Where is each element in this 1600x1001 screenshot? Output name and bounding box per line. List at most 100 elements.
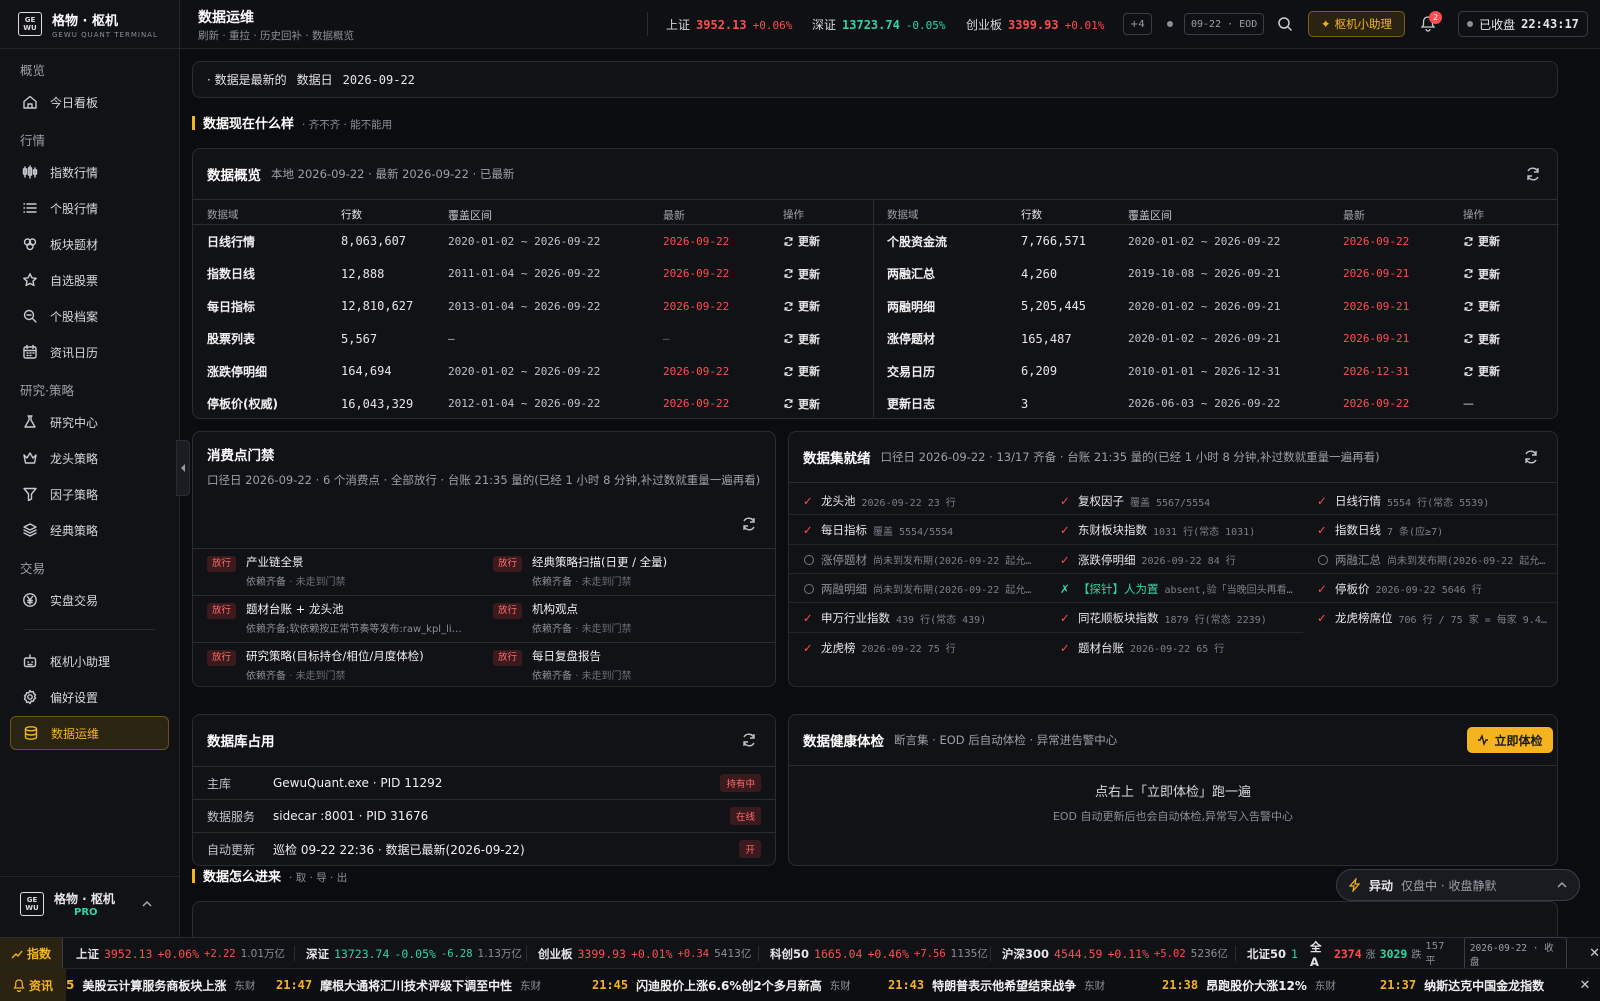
gate-name: 经典策略扫描(日更 / 全量) bbox=[532, 555, 668, 569]
dataset-item[interactable]: ✓ 龙虎榜 2026-09-22 75 行 bbox=[803, 635, 1053, 661]
gate-item[interactable]: 放行 题材台账 + 龙头池 依赖齐备;软依赖按正常节奏等发布:raw_kpl_l… bbox=[207, 601, 477, 635]
assistant-button[interactable]: ✦ 枢机小助理 bbox=[1308, 11, 1405, 37]
dataset-item[interactable]: ✓ 停板价 2026-09-22 5646 行 bbox=[1317, 576, 1557, 602]
close-icon[interactable]: ✕ bbox=[1589, 946, 1600, 961]
update-button[interactable]: 更新 bbox=[1463, 266, 1543, 282]
gate-item[interactable]: 放行 产业链全景 依赖齐备 · 未走到门禁 bbox=[207, 554, 477, 588]
dataset-item[interactable]: ✓ 复权因子 覆盖 5567/5554 bbox=[1060, 488, 1310, 514]
sidebar-item[interactable]: 龙头策略 bbox=[10, 441, 169, 475]
ticker-label[interactable]: 指数 bbox=[0, 938, 63, 969]
dataset-item[interactable]: ✓ 龙虎榜席位 706 行 / 75 家 = 每家 9.4… bbox=[1317, 605, 1557, 631]
news-item[interactable]: 21:43 特朗普表示他希望结束战争 东财 bbox=[888, 969, 1105, 1001]
sidebar-collapse-handle[interactable] bbox=[176, 440, 190, 496]
table-row: 涨跌停明细 164,694 2020-01-02 ~ 2026-09-22 20… bbox=[193, 355, 873, 388]
refresh-icon bbox=[784, 301, 793, 311]
refresh-icon[interactable] bbox=[741, 516, 757, 532]
more-indices-button[interactable]: +4 bbox=[1123, 13, 1152, 35]
update-button[interactable]: 更新 bbox=[783, 233, 863, 249]
run-health-check-label: 立即体检 bbox=[1494, 733, 1543, 748]
topbar-index-sh[interactable]: 上证 3952.13 +0.06% bbox=[666, 16, 792, 33]
card-subtitle: 口径日 2026-09-22 · 13/17 齐备 · 台账 21:35 量的(… bbox=[880, 450, 1380, 464]
check-icon: ✓ bbox=[1317, 611, 1327, 626]
dataset-name: 日线行情 bbox=[1335, 494, 1381, 508]
data-date-chip[interactable]: 09-22 · EOD bbox=[1184, 13, 1265, 35]
anomaly-toggle[interactable]: 异动 仅盘中 · 收盘静默 bbox=[1336, 869, 1580, 901]
topbar-index-sz[interactable]: 深证 13723.74 -0.05% bbox=[812, 16, 946, 33]
topbar-index-cyb[interactable]: 创业板 3399.93 +0.01% bbox=[966, 16, 1104, 33]
sidebar-item[interactable]: 指数行情 bbox=[10, 155, 169, 189]
sidebar-item[interactable]: 枢机小助理 bbox=[10, 644, 169, 678]
refresh-icon[interactable] bbox=[1523, 449, 1539, 465]
gate-item[interactable]: 放行 每日复盘报告 依赖齐备 · 未走到门禁 bbox=[493, 648, 763, 682]
sidebar-item[interactable]: 今日看板 bbox=[10, 85, 169, 119]
ticker-item[interactable]: 上证 3952.13 +0.06% +2.22 1.01万亿 bbox=[76, 938, 285, 969]
ticker-item[interactable]: 深证 13723.74 -0.05% -6.28 1.13万亿 bbox=[306, 938, 522, 969]
ticker-item[interactable]: 沪深300 4544.59 +0.11% +5.02 5236亿 bbox=[1002, 938, 1228, 969]
dataset-item[interactable]: ✓ 同花顺板块指数 1879 行(常态 2239) bbox=[1060, 605, 1310, 631]
dataset-item[interactable]: ✓ 题材台账 2026-09-22 65 行 bbox=[1060, 635, 1310, 661]
dataset-item[interactable]: ✓ 龙头池 2026-09-22 23 行 bbox=[803, 488, 1053, 514]
run-health-check-button[interactable]: 立即体检 bbox=[1467, 727, 1553, 753]
refresh-icon[interactable] bbox=[741, 732, 757, 748]
gate-item[interactable]: 放行 经典策略扫描(日更 / 全量) 依赖齐备 · 未走到门禁 bbox=[493, 554, 763, 588]
sidebar-item[interactable]: 研究中心 bbox=[10, 405, 169, 439]
sidebar-item[interactable]: 数据运维 bbox=[10, 716, 169, 750]
dataset-item[interactable]: ✓ 涨跌停明细 2026-09-22 84 行 bbox=[1060, 547, 1310, 573]
dataset-name: 复权因子 bbox=[1078, 494, 1124, 508]
sidebar-footer[interactable]: GE WU 格物 · 枢机 PRO bbox=[0, 876, 180, 930]
dataset-item[interactable]: ✗ 【探针】人为置 absent,验「当晚回头再看… bbox=[1060, 576, 1310, 602]
dataset-item[interactable]: 两融明细 尚未到发布期(2026-09-22 起允… bbox=[803, 576, 1053, 602]
gate-item[interactable]: 放行 研究策略(目标持仓/相位/月度体检) 依赖齐备 · 未走到门禁 bbox=[207, 648, 477, 682]
gate-name: 机构观点 bbox=[532, 602, 579, 616]
news-item[interactable]: 21:38 昂跑股价大涨12% 东财 bbox=[1162, 969, 1336, 1001]
update-button[interactable]: 更新 bbox=[783, 396, 863, 412]
dataset-item[interactable]: ✓ 申万行业指数 439 行(常态 439) bbox=[803, 605, 1053, 631]
ticker-item[interactable]: 创业板 3399.93 +0.01% +0.34 5413亿 bbox=[538, 938, 751, 969]
sidebar-item[interactable]: 自选股票 bbox=[10, 263, 169, 297]
update-button[interactable]: 更新 bbox=[783, 363, 863, 379]
dataset-item[interactable]: 涨停题材 尚未到发布期(2026-09-22 起允… bbox=[803, 547, 1053, 573]
close-icon[interactable]: ✕ bbox=[1570, 969, 1600, 1001]
update-button[interactable]: 更新 bbox=[1463, 298, 1543, 314]
data-health-card: 数据健康体检 断言集 · EOD 后自动体检 · 异常进告警中心 立即体检 点右… bbox=[788, 714, 1558, 866]
dataset-item[interactable]: ✓ 东财板块指数 1031 行(常态 1031) bbox=[1060, 517, 1310, 543]
sidebar-item[interactable]: 实盘交易 bbox=[10, 583, 169, 617]
dataset-item[interactable]: ✓ 日线行情 5554 行(常态 5539) bbox=[1317, 488, 1557, 514]
ingest-card bbox=[192, 901, 1558, 937]
sidebar-item[interactable]: 板块题材 bbox=[10, 227, 169, 261]
sidebar-item[interactable]: 个股档案 bbox=[10, 299, 169, 333]
update-button[interactable]: 更新 bbox=[783, 298, 863, 314]
status-badge[interactable]: 开 bbox=[739, 840, 761, 858]
dataset-item[interactable]: ✓ 指数日线 7 条(应≥7) bbox=[1317, 517, 1557, 543]
gate-item[interactable]: 放行 机构观点 依赖齐备 · 未走到门禁 bbox=[493, 601, 763, 635]
update-button[interactable]: 更新 bbox=[1463, 233, 1543, 249]
update-button[interactable]: 更新 bbox=[783, 331, 863, 347]
lightning-icon bbox=[1349, 878, 1361, 892]
dataset-detail: 覆盖 5554/5554 bbox=[873, 526, 954, 538]
sidebar-item[interactable]: 经典策略 bbox=[10, 513, 169, 547]
dataset-item[interactable]: 两融汇总 尚未到发布期(2026-09-22 起允… bbox=[1317, 547, 1557, 573]
row-count: 7,766,571 bbox=[1021, 234, 1087, 249]
dataset-item[interactable]: ✓ 每日指标 覆盖 5554/5554 bbox=[803, 517, 1053, 543]
coverage-range: 2010-01-01 ~ 2026-12-31 bbox=[1128, 364, 1281, 378]
news-label[interactable]: 资讯 bbox=[0, 969, 66, 1001]
update-button[interactable]: 更新 bbox=[1463, 331, 1543, 347]
sidebar-item[interactable]: 资讯日历 bbox=[10, 335, 169, 369]
news-item[interactable]: 21:45 闪迪股价上涨6.6%创2个多月新高 东财 bbox=[592, 969, 851, 1001]
main-content: · 数据是最新的 数据日 2026-09-22 数据现在什么样 · 齐不齐 · … bbox=[180, 49, 1600, 937]
refresh-icon[interactable] bbox=[1525, 166, 1541, 182]
search-icon[interactable] bbox=[1277, 16, 1293, 32]
sidebar-item[interactable]: 偏好设置 bbox=[10, 680, 169, 714]
domain-name: 涨跌停明细 bbox=[207, 364, 268, 379]
ticker-item[interactable]: 科创50 1665.04 +0.46% +7.56 1135亿 bbox=[770, 938, 988, 969]
coverage-range: 2012-01-04 ~ 2026-09-22 bbox=[448, 397, 601, 411]
sidebar-item[interactable]: 个股行情 bbox=[10, 191, 169, 225]
app-logo[interactable]: GE WU 格物 · 枢机 GEWU QUANT TERMINAL bbox=[0, 0, 179, 49]
news-item[interactable]: 21:47 摩根大通将汇川技术评级下调至中性 东财 bbox=[276, 969, 541, 1001]
update-button[interactable]: 更新 bbox=[783, 266, 863, 282]
news-item[interactable]: 21:37 纳斯达克中国金龙指数 bbox=[1380, 969, 1544, 1001]
chevron-up-icon[interactable] bbox=[141, 898, 153, 910]
news-item[interactable]: 5 美股云计算服务商板块上涨 东财 bbox=[66, 969, 255, 1001]
update-button[interactable]: 更新 bbox=[1463, 363, 1543, 379]
sidebar-item[interactable]: 因子策略 bbox=[10, 477, 169, 511]
